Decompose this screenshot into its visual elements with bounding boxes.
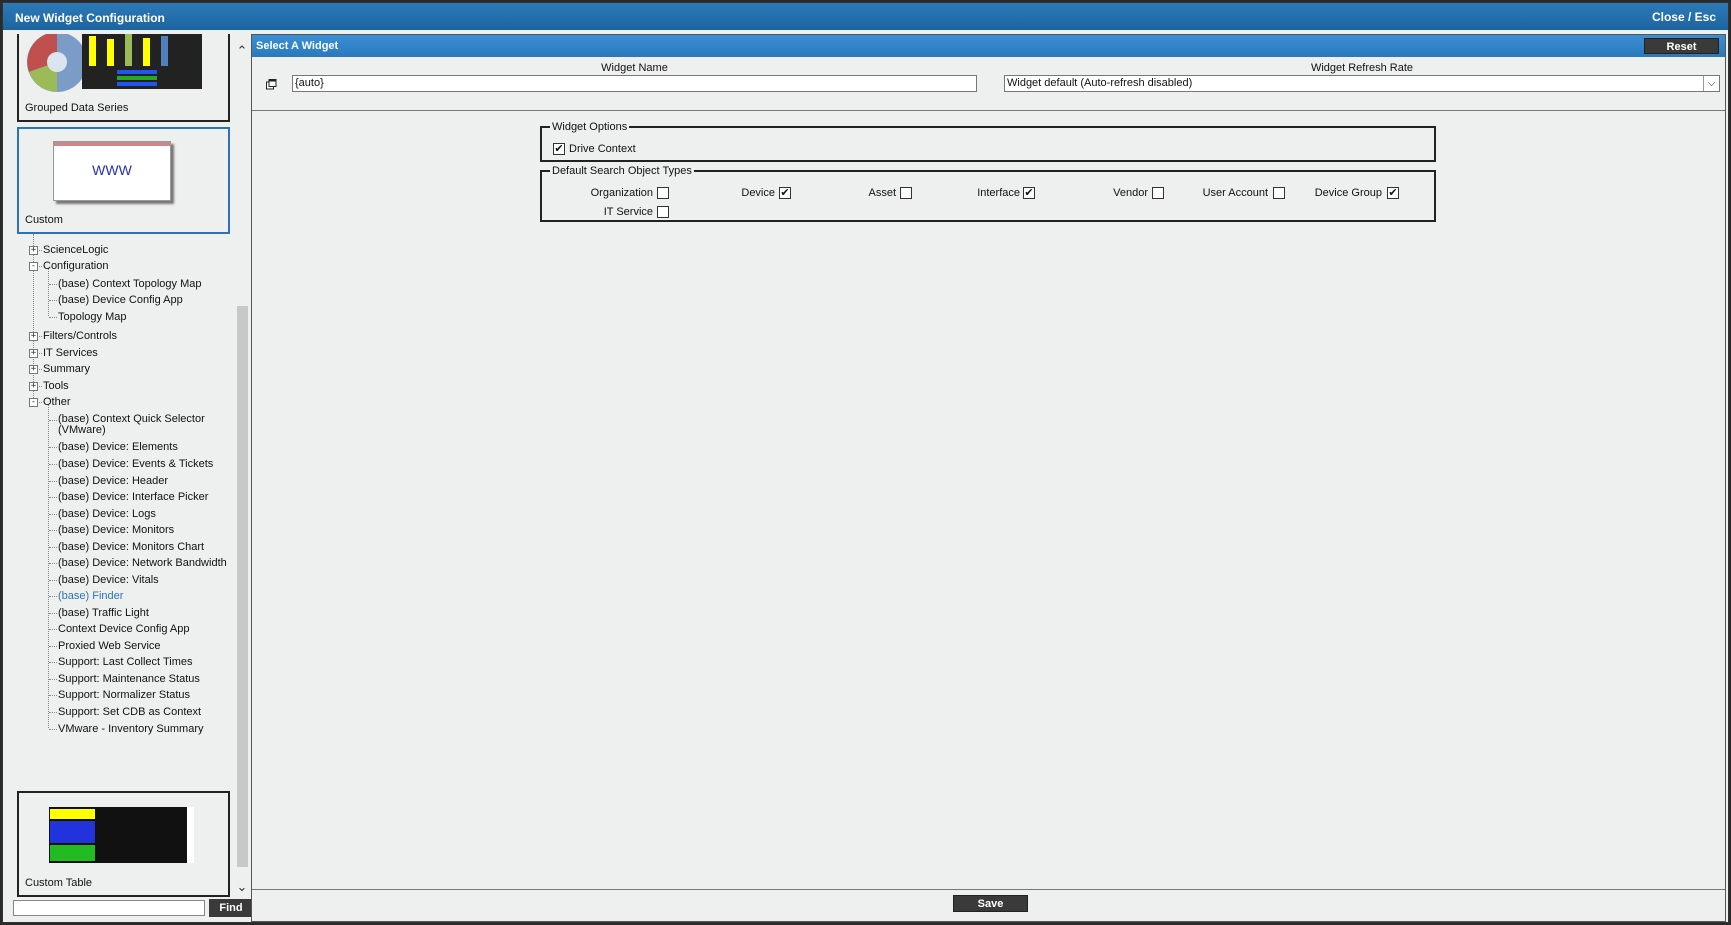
interface-label: Interface: [977, 187, 1020, 199]
card-label: Custom Table: [25, 877, 93, 889]
tree-item[interactable]: (base) Device: Events & Tickets: [58, 458, 213, 470]
card-custom[interactable]: WWW Custom: [17, 127, 230, 234]
device-group-checkbox[interactable]: ✔: [1387, 187, 1399, 199]
widget-tree: + ScienceLogic - Configuration (base) Contex…: [29, 234, 239, 791]
title-bar: New Widget Configuration Close / Esc: [3, 3, 1728, 30]
divider: [252, 889, 1725, 890]
tree-item[interactable]: (base) Device: Monitors Chart: [58, 541, 204, 553]
tree-folder[interactable]: Other: [43, 396, 71, 408]
asset-checkbox[interactable]: [900, 187, 912, 199]
widget-options-legend: Widget Options: [552, 121, 628, 133]
it-service-checkbox[interactable]: [657, 206, 669, 218]
tree-folder[interactable]: ScienceLogic: [43, 244, 108, 256]
search-object-types-group: Default Search Object Types Organization…: [540, 165, 1436, 222]
tree-item[interactable]: Support: Maintenance Status: [58, 673, 200, 685]
tree-item[interactable]: (base) Device: Elements: [58, 441, 178, 453]
find-button[interactable]: Find: [209, 899, 253, 917]
tree-item[interactable]: (base) Finder: [58, 590, 123, 602]
tree-item[interactable]: (base) Device: Header: [58, 475, 168, 487]
collapse-icon[interactable]: -: [29, 398, 38, 407]
tree-item[interactable]: (base) Device: Network Bandwidth: [58, 557, 227, 569]
widget-list-panel: Grouped Data Series WWW Custom + ScienceL…: [13, 34, 253, 922]
widget-options-group: Widget Options ✔ Drive Context: [540, 121, 1436, 162]
widget-config-dialog: New Widget Configuration Close / Esc Gro…: [2, 2, 1729, 923]
chevron-down-icon[interactable]: ⌵: [1703, 76, 1719, 91]
www-thumb-text: WWW: [92, 162, 132, 178]
widget-settings-panel: Select A Widget Reset Widget Name Widget…: [251, 34, 1726, 922]
scroll-up-icon[interactable]: ⌃: [236, 44, 248, 58]
expand-icon[interactable]: +: [29, 246, 38, 255]
custom-thumbnail: WWW: [53, 141, 171, 201]
tree-item[interactable]: Support: Last Collect Times: [58, 656, 193, 668]
close-button[interactable]: Close / Esc: [1652, 10, 1716, 24]
tree-item[interactable]: (base) Traffic Light: [58, 607, 149, 619]
grouped-data-thumbnail: [27, 34, 202, 92]
collapse-icon[interactable]: -: [29, 262, 38, 271]
widget-list-scrollbar[interactable]: ⌃ ⌄: [235, 44, 249, 894]
organization-label: Organization: [590, 187, 653, 199]
refresh-rate-select[interactable]: Widget default (Auto-refresh disabled) ⌵: [1004, 75, 1720, 92]
expand-icon[interactable]: +: [29, 365, 38, 374]
scroll-thumb[interactable]: [237, 306, 248, 867]
reset-button[interactable]: Reset: [1644, 38, 1719, 54]
tree-item[interactable]: VMware - Inventory Summary: [58, 723, 203, 735]
widget-name-input[interactable]: {auto}: [292, 75, 977, 92]
expand-icon[interactable]: +: [29, 349, 38, 358]
tree-item[interactable]: (base) Context Topology Map: [58, 278, 202, 290]
save-button[interactable]: Save: [953, 895, 1028, 912]
device-label: Device: [741, 187, 775, 199]
device-checkbox[interactable]: ✔: [779, 187, 791, 199]
tree-item[interactable]: (base) Device: Monitors: [58, 524, 174, 536]
tree-folder[interactable]: Tools: [43, 380, 69, 392]
scroll-down-icon[interactable]: ⌄: [236, 880, 248, 894]
tree-item[interactable]: Support: Normalizer Status: [58, 689, 190, 701]
vendor-label: Vendor: [1113, 187, 1148, 199]
card-grouped-data-series[interactable]: Grouped Data Series: [17, 34, 230, 122]
drive-context-checkbox[interactable]: ✔: [553, 143, 565, 155]
asset-label: Asset: [868, 187, 896, 199]
tree-item[interactable]: Support: Set CDB as Context: [58, 706, 201, 718]
tree-item[interactable]: (base) Device: Interface Picker: [58, 491, 208, 503]
popout-icon[interactable]: [266, 79, 277, 90]
tree-folder[interactable]: Summary: [43, 363, 90, 375]
card-label: Custom: [25, 214, 63, 226]
panel-header: Select A Widget Reset: [252, 35, 1725, 57]
drive-context-label: Drive Context: [569, 143, 636, 155]
tree-item[interactable]: (base) Device Config App: [58, 294, 183, 306]
tree-item[interactable]: (base) Device: Logs: [58, 508, 156, 520]
tree-folder[interactable]: Configuration: [43, 260, 108, 272]
custom-table-thumbnail: [49, 807, 194, 863]
expand-icon[interactable]: +: [29, 382, 38, 391]
card-custom-table[interactable]: Custom Table: [17, 791, 230, 897]
card-label: Grouped Data Series: [25, 102, 129, 114]
tree-item[interactable]: Context Device Config App: [58, 623, 189, 635]
refresh-rate-value: Widget default (Auto-refresh disabled): [1007, 77, 1193, 89]
refresh-rate-label: Widget Refresh Rate: [1310, 62, 1414, 74]
tree-item[interactable]: (base) Device: Vitals: [58, 574, 159, 586]
tree-item[interactable]: Proxied Web Service: [58, 640, 161, 652]
tree-item[interactable]: Topology Map: [58, 311, 127, 323]
dialog-title: New Widget Configuration: [15, 11, 165, 25]
tree-folder[interactable]: Filters/Controls: [43, 330, 117, 342]
device-group-label: Device Group: [1314, 187, 1382, 199]
expand-icon[interactable]: +: [29, 332, 38, 341]
search-types-legend: Default Search Object Types: [552, 165, 692, 177]
user-account-label: User Account: [1202, 187, 1268, 199]
organization-checkbox[interactable]: [657, 187, 669, 199]
it-service-label: IT Service: [603, 206, 653, 218]
panel-title: Select A Widget: [256, 40, 339, 52]
find-input[interactable]: [13, 900, 205, 916]
interface-checkbox[interactable]: ✔: [1023, 187, 1035, 199]
tree-item[interactable]: (base) Context Quick Selector (VMware): [58, 414, 208, 436]
widget-name-label: Widget Name: [601, 62, 668, 74]
divider: [252, 110, 1725, 111]
tree-folder[interactable]: IT Services: [43, 347, 98, 359]
